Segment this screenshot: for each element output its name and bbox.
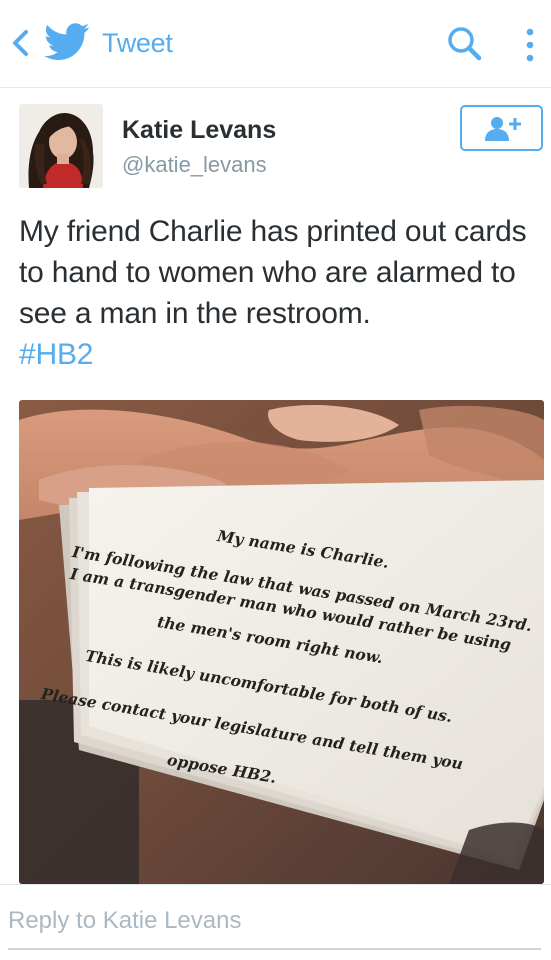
- avatar[interactable]: [19, 104, 103, 188]
- follow-button[interactable]: [460, 105, 543, 151]
- tweet-photo[interactable]: My name is Charlie. I'm following the la…: [19, 400, 544, 884]
- reply-input[interactable]: Reply to Katie Levans: [8, 907, 241, 935]
- chevron-left-icon[interactable]: [8, 26, 32, 60]
- reply-underline: [8, 948, 541, 950]
- divider: [0, 884, 551, 885]
- more-vertical-icon[interactable]: [520, 24, 540, 66]
- tweet-body: My friend Charlie has printed out cards …: [19, 215, 527, 330]
- search-icon[interactable]: [444, 24, 484, 64]
- page-title: Tweet: [102, 28, 173, 58]
- hashtag-link[interactable]: #HB2: [19, 334, 544, 375]
- add-user-icon: [485, 117, 521, 141]
- avatar-image: [19, 104, 103, 188]
- photo-image: [19, 400, 544, 884]
- top-bar: Tweet: [0, 0, 551, 88]
- twitter-bird-icon[interactable]: [44, 22, 90, 62]
- tweet-text: My friend Charlie has printed out cards …: [19, 211, 544, 375]
- author-name[interactable]: Katie Levans: [122, 116, 276, 145]
- author-handle[interactable]: @katie_levans: [122, 152, 267, 178]
